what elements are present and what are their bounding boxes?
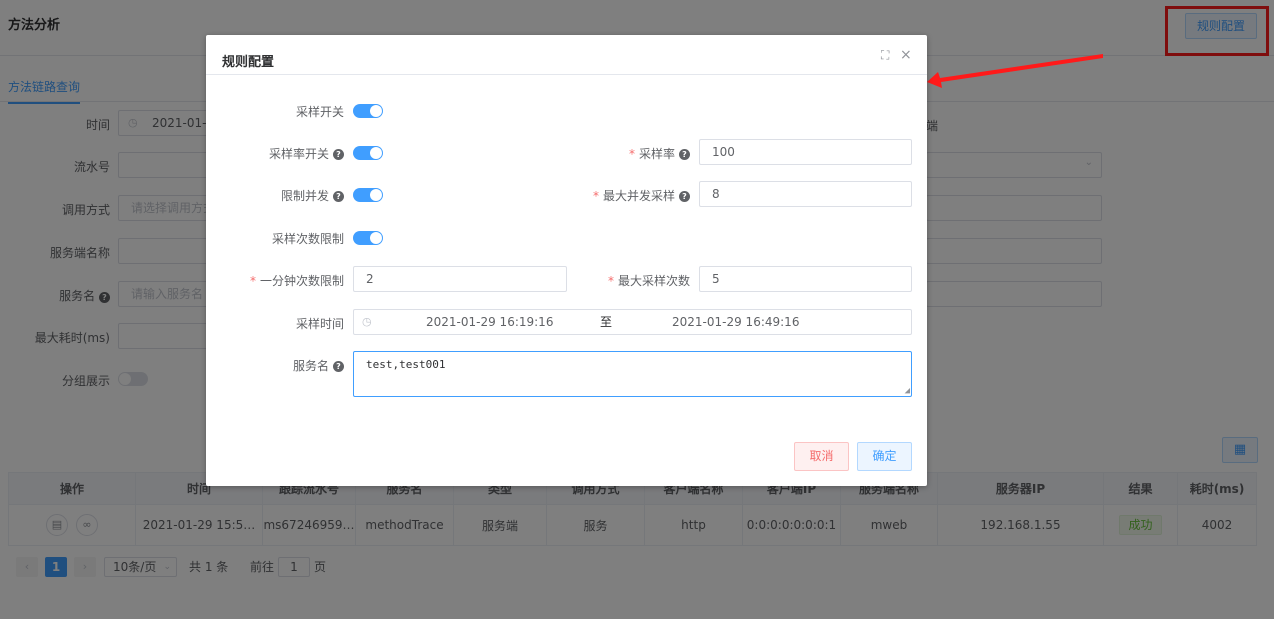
service-label: 服务名? (206, 357, 344, 374)
time-end: 2021-01-29 16:49:16 (672, 315, 800, 329)
service-textarea[interactable]: test,test001 ◢ (353, 351, 912, 397)
help-icon: ? (333, 149, 344, 160)
per-minute-label: * 一分钟次数限制 (249, 274, 344, 288)
sample-switch-label: 采样开关 (295, 105, 344, 119)
concurrency-switch-label: 限制并发? (206, 187, 344, 204)
time-start: 2021-01-29 16:19:16 (426, 315, 554, 329)
rate-switch[interactable] (353, 146, 383, 160)
per-minute-input[interactable]: 2 (353, 266, 567, 292)
rate-switch-label: 采样率开关? (206, 145, 344, 162)
count-switch[interactable] (353, 231, 383, 245)
time-separator: 至 (600, 315, 613, 329)
sample-time-label: 采样时间 (295, 317, 344, 331)
max-count-input[interactable]: 5 (699, 266, 912, 292)
help-icon: ? (333, 361, 344, 372)
clock-icon: ◷ (362, 315, 372, 328)
sample-switch[interactable] (353, 104, 383, 118)
sample-time-range[interactable]: ◷ 2021-01-29 16:19:16 至 2021-01-29 16:49… (353, 309, 912, 335)
resize-grip-icon[interactable]: ◢ (905, 386, 910, 396)
max-concurrency-label: * 最大并发采样? (566, 187, 690, 204)
max-concurrency-input[interactable]: 8 (699, 181, 912, 207)
rate-input[interactable]: 100 (699, 139, 912, 165)
help-icon: ? (333, 191, 344, 202)
dialog-title: 规则配置 (222, 55, 275, 70)
confirm-button[interactable]: 确定 (857, 442, 912, 471)
dialog-header-divider (206, 74, 927, 75)
concurrency-switch[interactable] (353, 188, 383, 202)
rule-config-dialog: 规则配置 ⛶ × 采样开关 采样率开关? * 采样率? 100 限制并发? * 最大… (206, 35, 927, 486)
help-icon: ? (679, 149, 690, 160)
help-icon: ? (679, 191, 690, 202)
maximize-icon[interactable]: ⛶ (881, 48, 889, 63)
rate-label: * 采样率? (586, 145, 690, 162)
close-icon[interactable]: × (900, 47, 912, 63)
cancel-button[interactable]: 取消 (794, 442, 849, 471)
count-switch-label: 采样次数限制 (271, 232, 344, 246)
max-count-label: * 最大采样次数 (607, 274, 690, 288)
